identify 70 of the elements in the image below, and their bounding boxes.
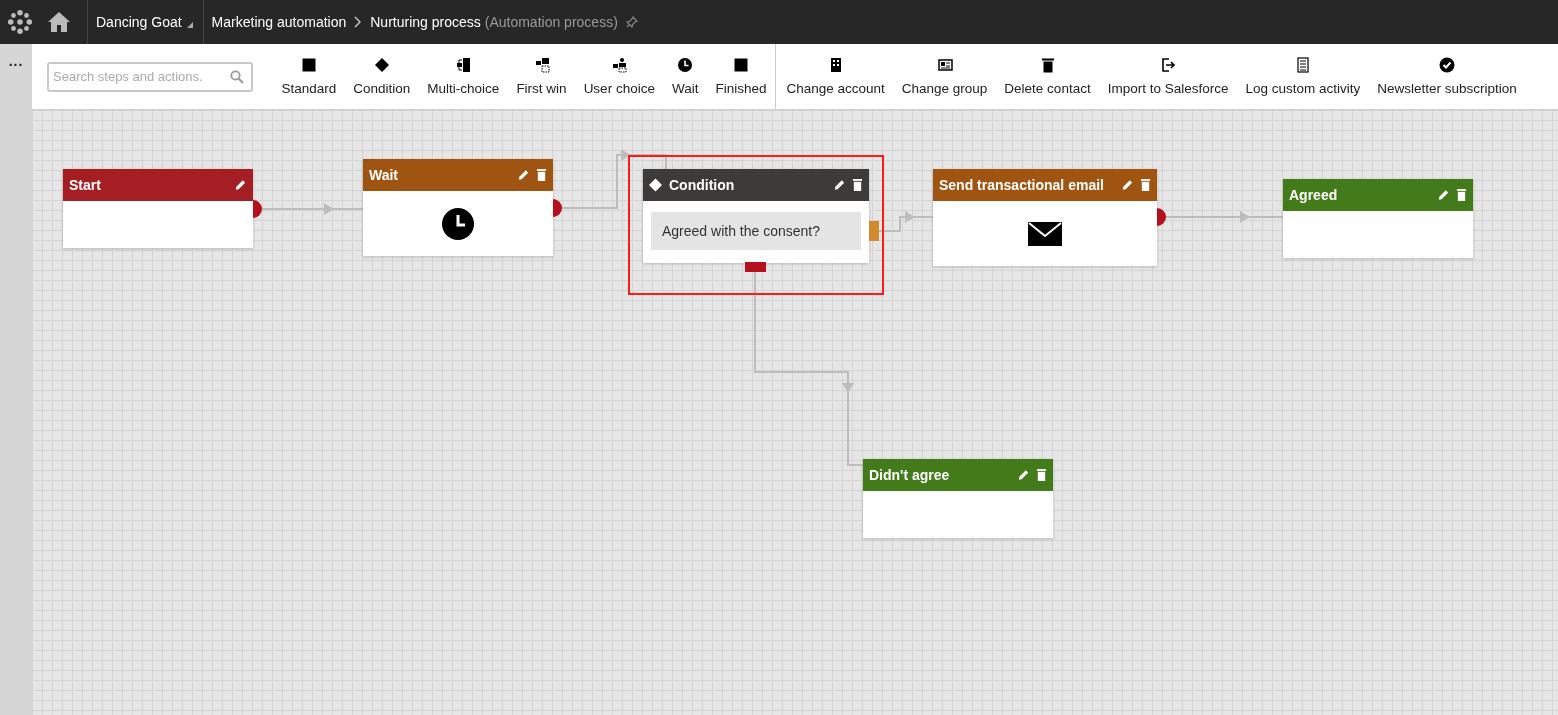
edit-icon[interactable] (1017, 468, 1030, 482)
chevron-icon (354, 16, 363, 28)
page-title: Nurturing process (370, 14, 481, 30)
toolbar-item[interactable]: Change account (777, 57, 894, 96)
edit-icon[interactable] (234, 178, 247, 192)
logo-icon[interactable] (7, 9, 33, 35)
step-header[interactable]: Agreed (1283, 179, 1473, 211)
workflow-step[interactable]: Condition Agreed with the consent? (643, 169, 869, 263)
toolbar-item[interactable]: Log custom activity (1236, 57, 1369, 96)
more-button[interactable]: ... (8, 56, 24, 72)
toolbar-item[interactable]: Change group (893, 57, 996, 96)
clock-icon (441, 206, 475, 241)
workflow-step[interactable]: Send transactional email (933, 169, 1157, 266)
connector-arrow (878, 211, 934, 232)
workflow-step[interactable]: Didn't agree (863, 459, 1053, 538)
home-icon[interactable] (47, 11, 71, 33)
toolbar-item[interactable]: Wait (663, 57, 707, 96)
toolbar-item[interactable]: Finished (706, 57, 775, 96)
trash-icon (1039, 57, 1056, 73)
step-header[interactable]: Didn't agree (863, 459, 1053, 491)
square-icon (300, 57, 317, 73)
delete-icon[interactable] (852, 178, 863, 192)
delete-icon[interactable] (1036, 468, 1047, 482)
step-title: Didn't agree (869, 467, 951, 483)
condition-text: Agreed with the consent? (651, 212, 861, 250)
edit-icon[interactable] (1437, 188, 1450, 202)
step-title: Start (69, 177, 102, 193)
edit-icon[interactable] (1121, 178, 1134, 192)
step-title: Agreed (1289, 187, 1339, 203)
list-icon (1294, 57, 1311, 73)
step-header[interactable]: Wait (363, 159, 553, 191)
output-port[interactable] (253, 200, 262, 218)
check-icon (1439, 57, 1456, 73)
toolbar-item[interactable]: Delete contact (995, 57, 1100, 96)
workflow-step[interactable]: Start (63, 169, 253, 248)
delete-icon[interactable] (1456, 188, 1467, 202)
step-title: Wait (369, 167, 400, 183)
diamond-icon (649, 178, 662, 192)
diamond-icon (373, 57, 390, 73)
delete-icon[interactable] (536, 168, 547, 182)
envelope-icon (1028, 221, 1062, 246)
toolbar-item[interactable]: Standard (273, 57, 345, 96)
toolbar-item[interactable]: Newsletter subscription (1368, 57, 1526, 96)
step-title: Send transactional email (939, 177, 1105, 193)
page-type: (Automation process) (484, 14, 618, 30)
export-icon (1160, 57, 1177, 73)
toolbar-item[interactable]: Import to Salesforce (1099, 57, 1237, 96)
toolbar-item[interactable]: User choice (575, 57, 664, 96)
output-port[interactable] (553, 199, 562, 217)
step-title: Condition (669, 177, 736, 193)
caret-icon (186, 22, 193, 28)
delete-icon[interactable] (1140, 178, 1151, 192)
toolbar-item[interactable]: Condition (344, 57, 419, 96)
workflow-step[interactable]: Agreed (1283, 179, 1473, 258)
search-field[interactable]: Search steps and actions. (47, 61, 253, 92)
pin-icon[interactable] (625, 16, 638, 28)
clock-icon (677, 57, 694, 73)
toolbar-item[interactable]: Multi-choice (418, 57, 508, 96)
workflow-step[interactable]: Wait (363, 159, 553, 256)
step-header[interactable]: Send transactional email (933, 169, 1157, 201)
edit-icon[interactable] (517, 168, 530, 182)
square-icon (732, 57, 749, 73)
search-icon (230, 69, 244, 84)
step-header[interactable]: Start (63, 169, 253, 201)
card-icon (936, 57, 953, 73)
edit-icon[interactable] (833, 178, 846, 192)
breadcrumb-link[interactable]: Marketing automation (211, 14, 347, 30)
toolbar-item[interactable]: First win (507, 57, 576, 96)
step-header[interactable]: Condition (643, 169, 869, 201)
output-port[interactable] (1157, 208, 1166, 226)
